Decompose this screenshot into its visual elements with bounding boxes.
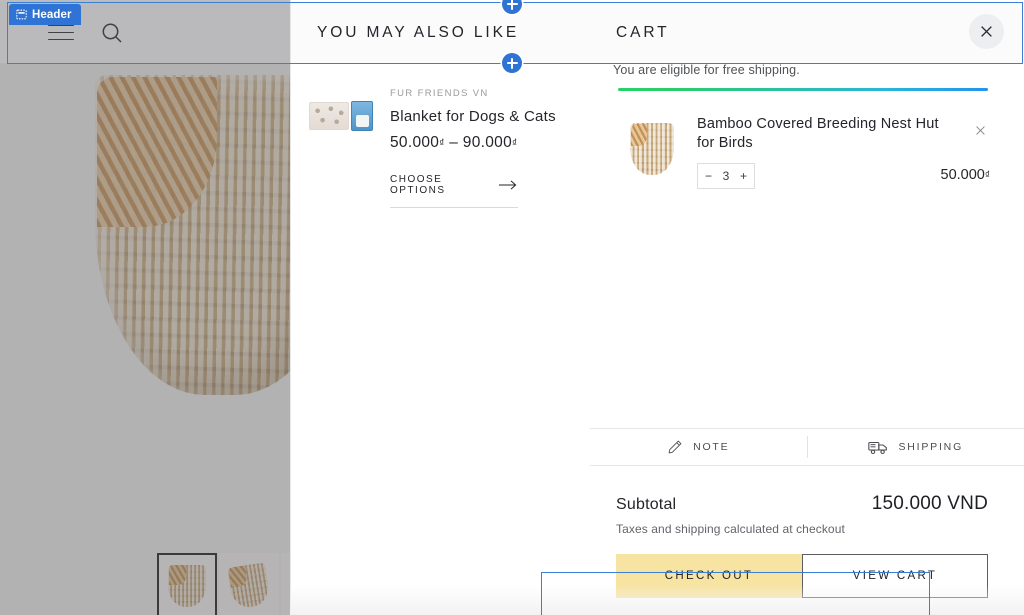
choose-options-label: CHOOSE OPTIONS bbox=[390, 174, 446, 196]
view-cart-button[interactable]: VIEW CART bbox=[802, 554, 988, 598]
cart-tools-bar: NOTE SHIPPING bbox=[590, 428, 1024, 466]
quantity-increase-button[interactable]: + bbox=[740, 170, 747, 182]
cart-item-image[interactable] bbox=[618, 115, 685, 182]
cart-actions: CHECK OUT VIEW CART bbox=[616, 554, 988, 598]
quantity-value: 3 bbox=[722, 169, 730, 183]
gallery-thumbnail[interactable] bbox=[157, 553, 217, 615]
quantity-decrease-button[interactable]: − bbox=[705, 170, 712, 182]
close-small-icon bbox=[975, 125, 985, 135]
gallery-thumbnail-strip bbox=[157, 553, 290, 615]
pencil-icon bbox=[668, 440, 682, 454]
tax-note: Taxes and shipping calculated at checkou… bbox=[616, 522, 845, 536]
recommendations-panel: YOU MAY ALSO LIKE FUR FRIENDS VN Blanket… bbox=[290, 0, 590, 615]
cart-note-button[interactable]: NOTE bbox=[590, 429, 807, 465]
gallery-thumbnail[interactable] bbox=[219, 553, 279, 615]
arrow-right-icon bbox=[498, 180, 517, 190]
cart-item-price-value: 50.000 bbox=[940, 167, 985, 183]
subtotal-row: Subtotal 150.000 VND bbox=[590, 466, 1024, 515]
currency-symbol: ₫ bbox=[512, 138, 518, 149]
header-section-badge[interactable]: Header bbox=[9, 4, 81, 25]
quantity-stepper[interactable]: − 3 + bbox=[697, 163, 755, 189]
product-price-range: 50.000₫ – 90.000₫ bbox=[390, 134, 556, 152]
product-title[interactable]: Blanket for Dogs & Cats bbox=[390, 108, 556, 125]
search-icon[interactable] bbox=[100, 21, 124, 45]
product-gallery bbox=[0, 63, 290, 615]
pet-blanket-icon bbox=[309, 102, 349, 130]
currency-symbol: ₫ bbox=[984, 170, 990, 181]
price-separator: – bbox=[449, 134, 459, 151]
cart-shipping-button[interactable]: SHIPPING bbox=[808, 429, 1024, 465]
recommendations-body: FUR FRIENDS VN Blanket for Dogs & Cats 5… bbox=[291, 64, 590, 208]
delivery-truck-icon bbox=[868, 441, 888, 454]
recommendations-title: YOU MAY ALSO LIKE bbox=[317, 23, 520, 41]
recommended-product-info: FUR FRIENDS VN Blanket for Dogs & Cats 5… bbox=[376, 76, 556, 208]
price-min: 50.000 bbox=[390, 134, 440, 151]
header-section-badge-label: Header bbox=[32, 8, 72, 21]
gallery-thumbnail[interactable] bbox=[281, 553, 290, 615]
editor-preview-stage: YOU MAY ALSO LIKE FUR FRIENDS VN Blanket… bbox=[0, 0, 1024, 615]
cart-item-price: 50.000₫ bbox=[941, 167, 991, 183]
recommendations-header: YOU MAY ALSO LIKE bbox=[291, 2, 590, 63]
cart-item-title[interactable]: Bamboo Covered Breeding Nest Hut for Bir… bbox=[697, 115, 949, 153]
cart-note-label: NOTE bbox=[693, 441, 730, 453]
product-main-image[interactable] bbox=[95, 75, 290, 405]
free-shipping-message: You are eligible for free shipping. bbox=[613, 63, 800, 77]
cart-title: CART bbox=[616, 23, 670, 41]
cart-footer: Subtotal 150.000 VND Taxes and shipping … bbox=[590, 466, 1024, 598]
recommended-product-card[interactable]: FUR FRIENDS VN Blanket for Dogs & Cats 5… bbox=[291, 64, 590, 208]
free-shipping-progress-bar bbox=[618, 88, 988, 91]
storefront-preview bbox=[0, 0, 290, 615]
subtotal-value: 150.000 VND bbox=[871, 493, 988, 514]
checkout-button[interactable]: CHECK OUT bbox=[616, 554, 802, 598]
cart-line-item: Bamboo Covered Breeding Nest Hut for Bir… bbox=[618, 115, 990, 189]
currency-symbol: ₫ bbox=[439, 138, 445, 149]
recommended-product-image[interactable] bbox=[309, 94, 376, 138]
price-max: 90.000 bbox=[462, 134, 513, 151]
product-package-icon bbox=[351, 101, 373, 131]
cart-header: CART bbox=[590, 2, 1024, 63]
subtotal-label: Subtotal bbox=[616, 496, 677, 513]
cart-shipping-label: SHIPPING bbox=[898, 441, 964, 453]
close-glyph bbox=[981, 26, 992, 37]
product-vendor: FUR FRIENDS VN bbox=[390, 88, 489, 99]
layout-header-icon bbox=[16, 9, 27, 20]
close-icon[interactable] bbox=[969, 14, 1004, 49]
choose-options-button[interactable]: CHOOSE OPTIONS bbox=[390, 174, 518, 208]
remove-item-button[interactable] bbox=[972, 123, 988, 139]
hamburger-menu-icon[interactable] bbox=[48, 24, 74, 41]
add-section-below-button[interactable] bbox=[502, 53, 522, 73]
